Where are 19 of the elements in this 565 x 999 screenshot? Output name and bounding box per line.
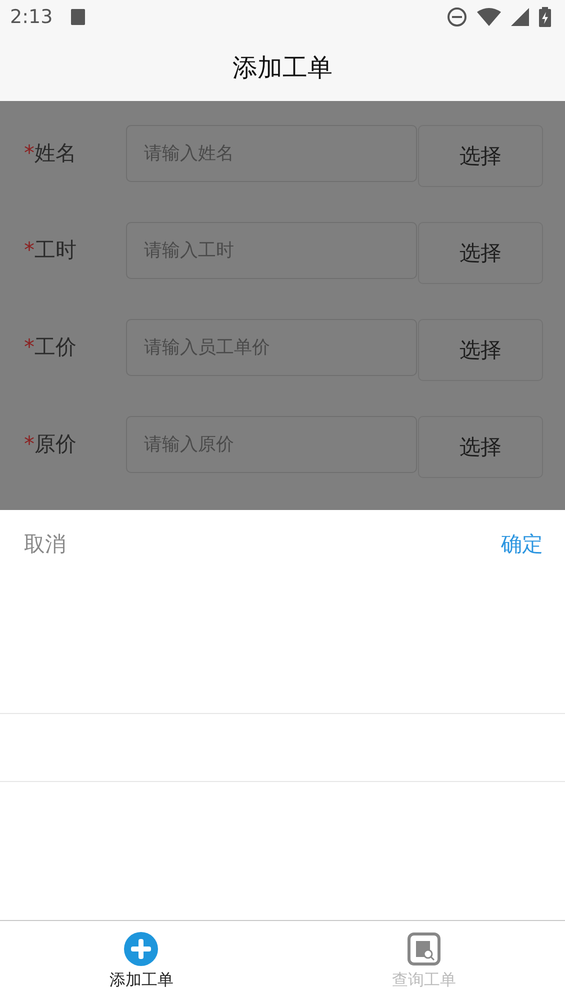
select-button[interactable]: 选择 <box>418 416 543 478</box>
confirm-button[interactable]: 确定 <box>501 530 543 558</box>
cancel-button[interactable]: 取消 <box>24 530 66 558</box>
signal-icon <box>511 8 529 26</box>
field-label: *姓名 <box>24 140 78 167</box>
page-title: 添加工单 <box>232 52 332 84</box>
wifi-icon <box>477 8 501 26</box>
select-button[interactable]: 选择 <box>418 319 543 381</box>
battery-icon <box>539 7 551 27</box>
do-not-disturb-icon <box>447 7 467 27</box>
select-button[interactable]: 选择 <box>418 125 543 187</box>
field-label: *工价 <box>24 334 78 361</box>
plus-icon <box>124 932 158 966</box>
status-time: 2:13 <box>10 6 53 28</box>
field-label: *工时 <box>24 237 78 264</box>
field-label: *原价 <box>24 431 78 458</box>
document-search-icon <box>406 932 441 966</box>
select-button[interactable]: 选择 <box>418 222 543 284</box>
nav-tab[interactable]: 添加工单 <box>0 921 282 999</box>
